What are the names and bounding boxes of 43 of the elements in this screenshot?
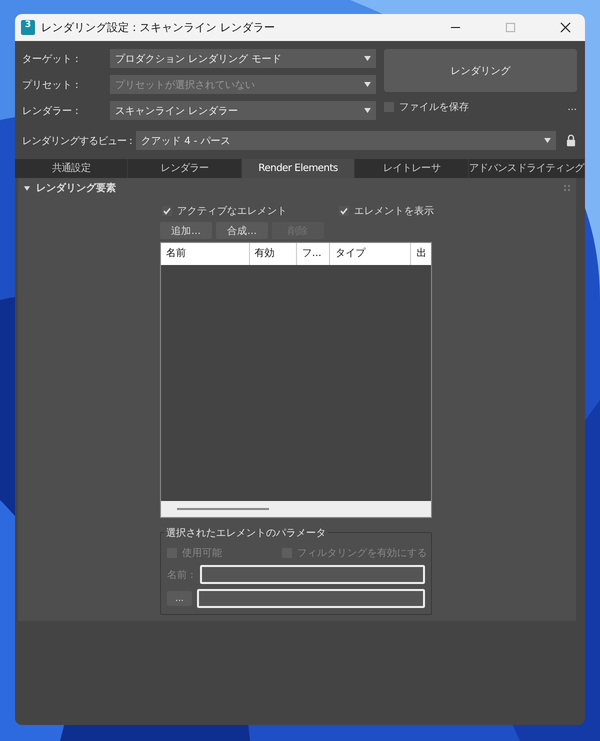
group-title: 選択されたエレメントのパラメータ [164,526,328,540]
column-header[interactable]: 有効 [250,243,297,265]
render-button[interactable]: レンダリング [384,49,577,92]
caret-icon [364,108,371,113]
view-dropdown[interactable]: クアッド 4 - パース [136,131,556,150]
element-list[interactable]: 名前 有効 フ... タイプ 出 [160,242,432,518]
checkbox[interactable] [339,206,349,216]
app-icon: 3 [21,20,35,35]
caret-icon [544,138,551,143]
action-button[interactable]: 追加... [160,222,212,239]
field-label: ターゲット : [22,52,80,66]
checkbox-label: 使用可能 [182,546,222,560]
field-label: レンダリングするビュー : [22,134,132,148]
action-button[interactable]: 合成... [216,222,268,239]
scrollbar-thumb[interactable] [177,508,269,510]
caret-icon [364,56,371,61]
column-header[interactable]: タイプ [330,243,412,265]
field-label: 名前 : [167,568,195,582]
tab[interactable]: Render Elements [242,159,356,178]
rollout-title: レンダリング要素 [36,182,116,195]
grip-icon[interactable] [564,185,570,191]
collapse-arrow-icon[interactable] [24,186,30,190]
caret-icon [364,82,371,87]
horizontal-scrollbar[interactable] [161,501,431,517]
dropdown[interactable]: スキャンライン レンダラー [110,101,376,120]
name-field[interactable] [200,565,425,584]
dropdown[interactable]: プロダクション レンダリング モード [110,49,376,68]
field-label: プリセット : [22,78,80,92]
column-header[interactable]: 名前 [161,243,250,265]
column-header[interactable]: 出 [411,243,431,265]
checkbox[interactable] [162,206,172,216]
lock-icon[interactable] [566,134,576,147]
close-icon[interactable] [560,22,571,33]
window-title: レンダリング設定 : スキャンライン レンダラー [41,20,276,35]
checkbox-label: ファイルを保存 [399,101,469,114]
more-button[interactable]: ... [567,102,577,112]
browse-button[interactable]: ... [167,591,192,606]
path-field[interactable] [197,589,425,608]
checkbox-label: アクティブなエレメント [177,204,287,218]
checkbox-label: エレメントを表示 [354,204,434,218]
column-header[interactable]: フ... [296,243,330,265]
field-label: レンダラー : [22,104,80,118]
checkbox-label: フィルタリングを有効にする [297,546,427,560]
